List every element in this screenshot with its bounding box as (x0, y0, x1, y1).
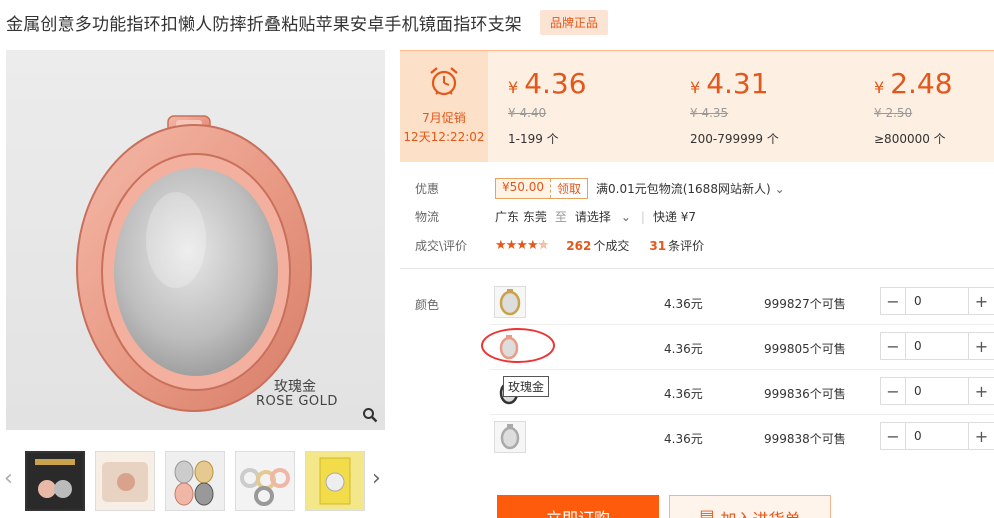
rating-stars-icon: ★★★★★★ (495, 238, 549, 253)
buy-now-button[interactable]: 立即订购 (497, 495, 659, 518)
deals-label: 成交\评价 (415, 239, 468, 253)
sku-row: 4.36元 999827个可售 − 0 + (490, 280, 994, 325)
quantity-stepper: − 0 + (880, 377, 994, 405)
rose-gold-label-cn: 玫瑰金 (274, 379, 316, 395)
sku-price: 4.36元 (664, 342, 703, 356)
quantity-range: ≥800000 个 (874, 132, 946, 146)
price-tier-1: ¥4.36 ¥ 4.40 1-199 个 (508, 67, 587, 147)
plus-button[interactable]: + (968, 422, 994, 450)
price-panel: 7月促销 12天12:22:02 ¥4.36 ¥ 4.40 1-199 个 ¥4… (400, 50, 994, 162)
divider (400, 268, 994, 269)
quantity-input[interactable]: 0 (906, 332, 968, 360)
sku-row: 4.36元 999836个可售 − 0 + (490, 370, 994, 415)
thumbnail-2[interactable] (95, 451, 155, 511)
price-value: 4.31 (706, 67, 769, 100)
alarm-clock-icon (427, 65, 461, 101)
express-fee: 快递 ¥7 (652, 210, 697, 224)
sku-price: 4.36元 (664, 297, 703, 311)
product-page: 金属创意多功能指环扣懒人防摔折叠粘贴苹果安卓手机镜面指环支架 品牌正品 玫瑰金 … (0, 0, 994, 518)
shipping-promo[interactable]: 满0.01元包物流(1688网站新人) (596, 180, 771, 197)
orders-unit: 个成交 (593, 239, 630, 253)
product-title: 金属创意多功能指环扣懒人防摔折叠粘贴苹果安卓手机镜面指环支架 (6, 14, 522, 35)
price-value: 4.36 (524, 67, 587, 100)
thumbnail-strip (25, 451, 365, 511)
currency-symbol: ¥ (508, 78, 519, 97)
promo-countdown: 12天12:22:02 (403, 130, 485, 144)
deals-row: 成交\评价 ★★★★★★ 262 个成交 31 条评价 (415, 237, 704, 254)
sku-thumb-silver[interactable] (494, 421, 526, 453)
sku-stock: 999838个可售 (764, 432, 846, 446)
quantity-range: 1-199 个 (508, 132, 559, 146)
brand-badge: 品牌正品 (540, 9, 609, 35)
quantity-stepper: − 0 + (880, 422, 994, 450)
quantity-input[interactable]: 0 (906, 287, 968, 315)
coupon-claim-button[interactable]: 领取 (550, 179, 587, 198)
old-price: ¥ 4.35 (690, 106, 729, 120)
currency-symbol: ¥ (690, 78, 701, 97)
quantity-input[interactable]: 0 (906, 377, 968, 405)
coupon-amount: ¥50.00 (496, 179, 550, 198)
sku-price: 4.36元 (664, 432, 703, 446)
reviews-unit: 条评价 (668, 239, 705, 253)
minus-button[interactable]: − (880, 287, 906, 315)
cart-icon: ▤ (699, 506, 715, 518)
add-to-cart-label: 加入进货单 (721, 506, 801, 518)
old-price: ¥ 4.40 (508, 106, 547, 120)
origin-location: 广东 东莞 (495, 210, 547, 224)
rose-gold-label-en: ROSE GOLD (256, 394, 338, 409)
promo-title: 7月促销 (422, 111, 466, 125)
add-to-cart-button[interactable]: ▤ 加入进货单 (669, 495, 831, 518)
old-price: ¥ 2.50 (874, 106, 913, 120)
discount-row: 优惠 ¥50.00 领取 满0.01元包物流(1688网站新人) ⌄ (415, 178, 785, 199)
plus-button[interactable]: + (968, 377, 994, 405)
price-value: 2.48 (890, 67, 953, 100)
ring-holder-illustration (76, 115, 312, 412)
quantity-stepper: − 0 + (880, 332, 994, 360)
reviews-count[interactable]: 31 (649, 239, 666, 253)
sku-stock: 999805个可售 (764, 342, 846, 356)
sku-stock: 999836个可售 (764, 387, 846, 401)
sku-row: 4.36元 999805个可售 − 0 + (490, 325, 994, 370)
price-tier-3: ¥2.48 ¥ 2.50 ≥800000 个 (874, 67, 953, 147)
sku-row: 4.36元 999838个可售 − 0 + (490, 415, 994, 460)
main-product-image[interactable]: 玫瑰金 ROSE GOLD (6, 50, 385, 430)
chevron-down-icon[interactable]: ⌄ (621, 210, 631, 224)
destination-select[interactable]: 请选择 (575, 208, 611, 225)
minus-button[interactable]: − (880, 422, 906, 450)
sku-price: 4.36元 (664, 387, 703, 401)
thumbnail-4[interactable] (235, 451, 295, 511)
logistics-row: 物流 广东 东莞 至 请选择 ⌄ | 快递 ¥7 (415, 208, 696, 225)
chevron-right-icon[interactable]: › (372, 466, 381, 491)
minus-button[interactable]: − (880, 377, 906, 405)
magnifier-icon[interactable] (359, 404, 381, 426)
quantity-stepper: − 0 + (880, 287, 994, 315)
promo-box: 7月促销 12天12:22:02 (400, 51, 488, 162)
highlight-circle (481, 328, 555, 363)
logistics-label: 物流 (415, 210, 440, 224)
separator: | (640, 209, 645, 224)
chevron-down-icon[interactable]: ⌄ (775, 182, 785, 196)
quantity-input[interactable]: 0 (906, 422, 968, 450)
thumbnail-5[interactable] (305, 451, 365, 511)
discount-label: 优惠 (415, 182, 440, 196)
sku-thumb-gold[interactable] (494, 286, 526, 318)
color-label: 颜色 (415, 298, 440, 312)
orders-count[interactable]: 262 (566, 239, 591, 253)
title-row: 金属创意多功能指环扣懒人防摔折叠粘贴苹果安卓手机镜面指环支架 品牌正品 (6, 8, 609, 36)
coupon-tag[interactable]: ¥50.00 领取 (495, 178, 589, 199)
thumbnail-3[interactable] (165, 451, 225, 511)
minus-button[interactable]: − (880, 332, 906, 360)
price-tier-2: ¥4.31 ¥ 4.35 200-799999 个 (690, 67, 779, 147)
chevron-left-icon[interactable]: ‹ (4, 466, 13, 491)
plus-button[interactable]: + (968, 287, 994, 315)
thumbnail-1[interactable] (25, 451, 85, 511)
sku-tooltip: 玫瑰金 (503, 376, 550, 397)
currency-symbol: ¥ (874, 78, 885, 97)
quantity-range: 200-799999 个 (690, 132, 779, 146)
to-word: 至 (554, 210, 567, 224)
plus-button[interactable]: + (968, 332, 994, 360)
sku-stock: 999827个可售 (764, 297, 846, 311)
